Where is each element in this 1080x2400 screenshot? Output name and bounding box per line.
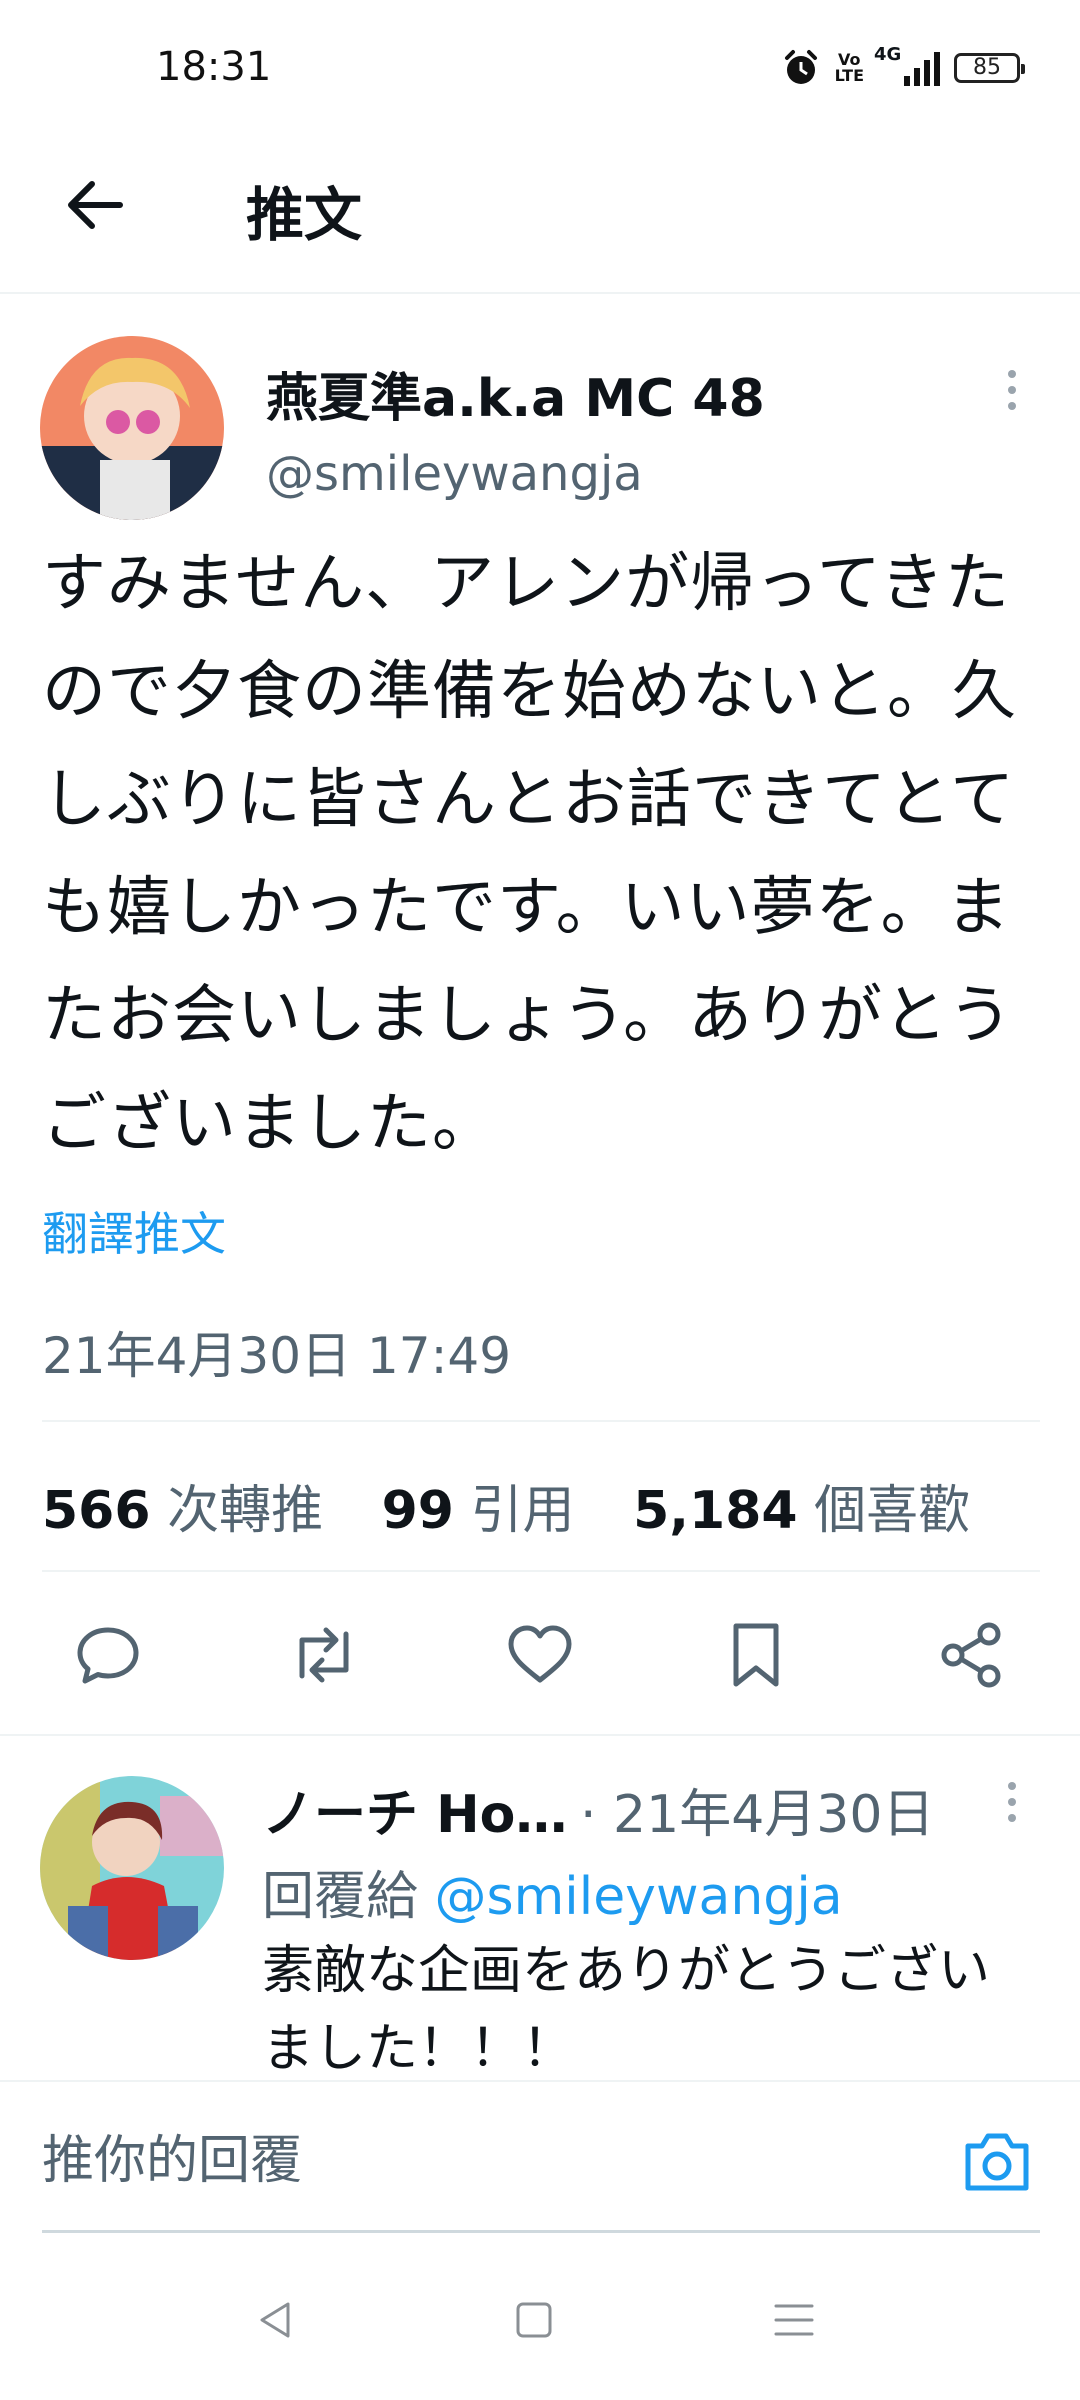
- volte-icon: Vo LTE: [834, 50, 864, 85]
- retweet-button[interactable]: [284, 1615, 364, 1695]
- reply-text: 素敵な企画をありがとうございました！！！: [262, 1941, 991, 2079]
- retweet-icon: [299, 1627, 349, 1683]
- reply-to-line: 回覆給 @smileywangja: [262, 1867, 843, 1927]
- page-title: 推文: [246, 181, 363, 249]
- quotes-stat[interactable]: 99 引用: [382, 1481, 575, 1541]
- reply-icon: [77, 1627, 139, 1684]
- share-button[interactable]: [932, 1615, 1012, 1695]
- alarm-icon: [784, 50, 817, 84]
- actions-divider: [0, 1734, 1080, 1736]
- author-display-name[interactable]: 燕夏準a.k.a MC 48: [266, 356, 765, 431]
- author-avatar[interactable]: [40, 336, 224, 520]
- like-button[interactable]: [500, 1615, 580, 1695]
- tweet-timestamp[interactable]: 21年4月30日 17:49: [42, 1316, 511, 1388]
- more-options-icon[interactable]: [1004, 370, 1020, 410]
- camera-icon: [965, 2133, 1029, 2191]
- camera-button[interactable]: [962, 2130, 1032, 2194]
- arrow-left-icon: [68, 181, 123, 229]
- triangle-back-icon: [260, 2302, 290, 2338]
- reply-button[interactable]: [68, 1615, 148, 1695]
- stats-bottom-divider: [42, 1570, 1040, 1572]
- header-divider: [0, 292, 1080, 294]
- stats-top-divider: [42, 1420, 1040, 1422]
- tweet-text: すみません、アレンが帰ってきたので夕食の準備を始めないと。久しぶりに皆さんとお話…: [42, 547, 1017, 1161]
- reply-date[interactable]: · 21年4月30日: [580, 1772, 934, 1847]
- menu-lines-icon: [774, 2304, 814, 2336]
- composer-underline: [42, 2230, 1040, 2233]
- battery-icon: 85: [954, 53, 1025, 83]
- share-icon: [941, 1622, 1001, 1688]
- status-time: 18:31: [156, 44, 272, 90]
- tweet-stats: 566 次轉推 99 引用 5,184 個喜歡: [42, 1468, 1012, 1543]
- back-button[interactable]: [60, 170, 130, 240]
- author-handle[interactable]: @smileywangja: [266, 446, 643, 502]
- bookmark-button[interactable]: [716, 1615, 796, 1695]
- nav-back-button[interactable]: [246, 2290, 306, 2350]
- reply-input[interactable]: [42, 2126, 942, 2196]
- bookmark-icon: [733, 1623, 779, 1687]
- signal-icon: 4G: [874, 44, 940, 86]
- reply-author-avatar[interactable]: [40, 1776, 224, 1960]
- translate-tweet-link[interactable]: 翻譯推文: [42, 1198, 226, 1264]
- reply-author-name[interactable]: ノーチ Ho…: [262, 1772, 567, 1847]
- retweets-stat[interactable]: 566 次轉推: [42, 1481, 323, 1541]
- likes-stat[interactable]: 5,184 個喜歡: [633, 1481, 970, 1541]
- square-home-icon: [516, 2302, 552, 2338]
- heart-icon: [508, 1625, 572, 1683]
- reply-to-handle-link[interactable]: @smileywangja: [435, 1867, 843, 1927]
- reply-more-options-icon[interactable]: [1004, 1782, 1020, 1822]
- nav-home-button[interactable]: [504, 2290, 564, 2350]
- status-icons: Vo LTE 4G 85: [781, 44, 1025, 90]
- nav-recents-button[interactable]: [764, 2290, 824, 2350]
